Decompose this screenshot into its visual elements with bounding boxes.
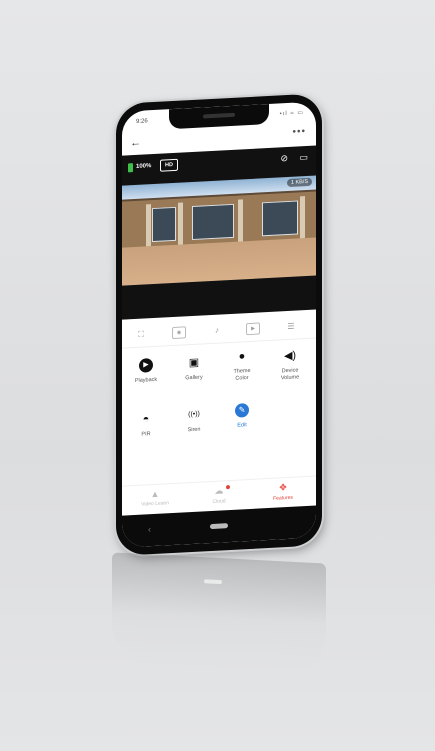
fullscreen-icon[interactable]: ▭ [299,152,308,163]
feature-label: Theme Color [233,367,251,382]
pillar [238,199,243,242]
feature-siren[interactable]: ((•)) Siren [174,407,214,435]
home-indicator[interactable] [210,523,228,530]
sensor-icon: ◓ [142,413,150,426]
camera-toolbar: 100% HD ⊘ ▭ [128,152,310,176]
bell-icon: ▲ [150,488,160,500]
pillar [300,196,305,239]
feature-label: Siren [187,426,201,434]
feature-label: Gallery [185,374,203,382]
cloud-icon: ☁ [214,485,224,496]
more-button[interactable]: ••• [292,126,306,138]
feature-label: Playback [134,376,158,385]
signal-icon: •ıl ≈ ▭ [279,110,304,118]
tab-features[interactable]: ✥ Features [258,481,308,503]
quality-button[interactable]: HD [160,158,178,172]
feature-theme-color[interactable]: ● Theme Color [222,348,262,383]
features-grid: ▶ Playback ▣ Gallery ● Theme Color ◀) De… [122,350,316,438]
tab-label: Cloud [212,498,226,505]
menu-icon[interactable]: ☰ [284,320,298,333]
features-icon: ✥ [279,482,287,493]
pencil-icon: ✎ [235,403,249,418]
record-icon[interactable]: ▶ [246,322,260,336]
feature-gallery[interactable]: ▣ Gallery [174,355,214,383]
battery-label: 100% [136,163,152,170]
feature-pir[interactable]: ◓ PIR [126,411,166,439]
status-time: 9:26 [136,118,148,125]
microphone-icon[interactable]: ♪ [210,324,224,337]
arrow-left-icon[interactable]: ← [130,137,141,150]
tab-live[interactable]: ▲ Video Lesen [130,488,180,509]
control-row: ⛶ ◉ ♪ ▶ ☰ [122,315,316,349]
window [192,203,234,241]
feature-device-volume[interactable]: ◀) Device Volume [270,348,310,383]
pillar [146,204,151,247]
image-icon: ▣ [188,356,200,370]
tab-label: Features [273,494,293,502]
phone-mockup: 9:26 •ıl ≈ ▭ ← ••• 100% HD ⊘ ▭ 1 KB/S ⛶ … [116,93,322,557]
speaker [203,112,235,119]
tab-label: Video Lesen [141,500,169,508]
siren-icon: ((•)) [188,410,200,419]
live-video-feed[interactable]: 1 KB/S [122,175,316,286]
feature-edit[interactable]: ✎ Edit [222,402,262,430]
reflection-highlight [204,579,222,585]
battery-icon [128,163,133,173]
palette-icon: ● [238,350,246,363]
data-rate: 1 KB/S [286,177,312,188]
tab-cloud[interactable]: ☁ Cloud [194,484,244,506]
feature-playback[interactable]: ▶ Playback [126,357,166,385]
phone-screen: 9:26 •ıl ≈ ▭ ← ••• 100% HD ⊘ ▭ 1 KB/S ⛶ … [122,101,316,548]
mute-icon[interactable]: ⊘ [280,153,288,164]
camera-panel: 100% HD ⊘ ▭ 1 KB/S [122,145,316,320]
back-nav-icon[interactable]: ‹ [148,524,151,534]
feature-label: Device Volume [280,367,300,382]
screenshot-icon[interactable]: ◉ [172,326,186,340]
phone-reflection [112,552,326,674]
speaker-icon: ◀) [283,349,297,363]
feature-label: Edit [237,422,247,429]
window [152,206,176,243]
window [262,200,298,237]
expand-icon[interactable]: ⛶ [134,328,148,341]
play-icon: ▶ [139,358,153,373]
feature-label: PIR [141,431,151,438]
pillar [178,202,183,245]
